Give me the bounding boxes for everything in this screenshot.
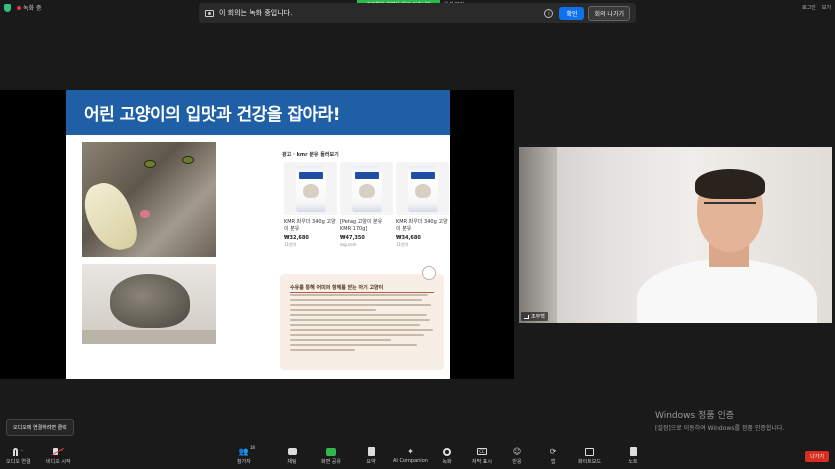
record-label: 녹화 — [442, 459, 452, 465]
reactions-button[interactable]: ☺ 반응 — [512, 447, 522, 465]
start-video-button[interactable]: ^ 비디오 시작 — [46, 447, 71, 465]
participant-video-tile[interactable]: 조무혁 — [519, 147, 832, 323]
caret-up-icon[interactable]: ^ — [20, 449, 23, 454]
captions-icon: CC — [477, 448, 487, 455]
captions-button[interactable]: CC 자막 표시 — [472, 447, 492, 465]
share-screen-label: 화면 공유 — [321, 459, 341, 465]
audio-connect-tooltip: 오디오에 연결하려면 클릭 — [6, 419, 74, 436]
signal-icon — [524, 314, 529, 319]
shared-slide: 어린 고양이의 입맛과 건강을 잡아라! 광고 · kmr 분유 둘러보기 KM… — [66, 90, 450, 379]
whiteboard-label: 화이트보드 — [578, 459, 602, 465]
slide-title: 어린 고양이의 입맛과 건강을 잡아라! — [66, 90, 450, 135]
shield-icon[interactable] — [4, 3, 11, 12]
product-name: KMR 파우더 340g 고양이 분유 — [284, 219, 336, 232]
confirm-button[interactable]: 확인 — [559, 6, 585, 20]
cat-eating-image — [82, 264, 216, 344]
product-seller: 11번가 — [284, 242, 297, 247]
participant-name: 조무혁 — [531, 314, 545, 320]
participant-count: 18 — [249, 445, 255, 450]
chat-button[interactable]: 채팅 — [287, 447, 297, 465]
cat-sticker-icon — [422, 266, 436, 280]
smile-icon: ☺ — [512, 447, 522, 456]
headset-icon — [13, 447, 18, 456]
product-price: ₩47,350 — [340, 235, 365, 241]
cat-eating-banana-image — [78, 142, 216, 258]
apps-label: 앱 — [550, 459, 556, 465]
ai-companion-label: AI Companion — [393, 458, 428, 464]
product-image — [396, 162, 449, 215]
recording-notice-bar: 이 회의는 녹화 중입니다. i 확인 회의 나가기 — [199, 3, 636, 23]
share-screen-button[interactable]: 화면 공유 — [321, 447, 341, 465]
participants-button[interactable]: 👥 18 참가자 — [237, 445, 255, 465]
chat-label: 채팅 — [287, 459, 297, 465]
video-off-icon — [53, 448, 58, 455]
product-card: [Petag 고양이 분유 KMR 170g] ₩47,350 ssg.com — [340, 162, 393, 254]
summary-label: 요약 — [366, 459, 376, 465]
whiteboard-button[interactable]: 화이트보드 — [578, 447, 601, 465]
apps-icon: ⟳ — [549, 447, 557, 456]
product-price: ₩32,680 — [284, 235, 309, 241]
recording-notice-text: 이 회의는 녹화 중입니다. — [219, 9, 293, 17]
apps-button[interactable]: ⟳ 앱 — [548, 447, 558, 465]
product-card: KMR 파우더 340g 고양이 분유 ₩32,680 11번가 — [284, 162, 337, 254]
recording-dot-icon — [17, 6, 21, 10]
record-button[interactable]: 녹화 — [442, 447, 452, 465]
notes-icon — [629, 447, 637, 456]
recording-icon — [205, 9, 214, 17]
info-icon[interactable]: i — [544, 8, 554, 18]
product-name: [Petag 고양이 분유 KMR 170g] — [340, 219, 383, 232]
article-title: 수유를 통해 어미의 항체를 받는 아기 고양이 — [290, 285, 384, 291]
article-body — [290, 294, 434, 354]
article-card: 수유를 통해 어미의 항체를 받는 아기 고양이 — [280, 266, 444, 370]
sign-in-button[interactable]: 로그인 — [802, 4, 816, 11]
notes-label: 노트 — [628, 459, 638, 465]
participants-label: 참가자 — [237, 459, 251, 465]
whiteboard-icon — [585, 447, 594, 456]
view-button[interactable]: 보기 — [822, 4, 831, 11]
reactions-label: 반응 — [512, 459, 522, 465]
product-seller: ssg.com — [340, 242, 357, 247]
captions-label: 자막 표시 — [472, 459, 492, 465]
leave-meeting-button[interactable]: 회의 나가기 — [588, 5, 630, 21]
ai-companion-button[interactable]: ✦ AI Companion — [393, 447, 428, 464]
product-seller: 11번가 — [396, 242, 409, 247]
leave-button[interactable]: 나가기 — [805, 451, 829, 462]
share-screen-icon — [326, 447, 336, 456]
summary-button[interactable]: 요약 — [366, 447, 376, 465]
watermark-subtitle: [설정]으로 이동하여 Windows를 정품 인증합니다. — [655, 425, 785, 432]
product-image — [284, 162, 337, 215]
windows-activation-watermark: Windows 정품 인증 [설정]으로 이동하여 Windows를 정품 인증… — [655, 408, 784, 432]
meeting-status: 녹화 중 — [4, 3, 41, 12]
participant-name-tag: 조무혁 — [521, 312, 548, 321]
join-audio-button[interactable]: ^ 오디오 연결 — [6, 447, 31, 465]
ad-section-title: 광고 · kmr 분유 둘러보기 — [282, 152, 339, 158]
product-image — [340, 162, 393, 215]
top-right-controls: 로그인 보기 — [802, 4, 831, 11]
summary-icon — [367, 447, 375, 456]
record-icon — [443, 447, 451, 456]
notes-button[interactable]: 노트 — [628, 447, 638, 465]
chat-icon — [287, 448, 297, 455]
recording-indicator: 녹화 중 — [17, 3, 41, 12]
sparkle-icon: ✦ — [407, 447, 414, 456]
join-audio-label: 오디오 연결 — [6, 459, 31, 465]
watermark-title: Windows 정품 인증 — [655, 411, 735, 421]
start-video-label: 비디오 시작 — [46, 459, 71, 465]
recording-label: 녹화 중 — [23, 5, 42, 12]
meeting-toolbar: ^ 오디오 연결 ^ 비디오 시작 👥 18 참가자 채팅 화면 공유 요약 ✦ … — [0, 443, 835, 469]
product-name: KMR 파우더 340g 고양이 분유 — [396, 219, 448, 232]
product-card: KMR 파우더 340g 고양이 분유 ₩34,680 11번가 — [396, 162, 449, 254]
participants-icon: 👥 — [238, 447, 249, 456]
product-price: ₩34,680 — [396, 235, 421, 241]
